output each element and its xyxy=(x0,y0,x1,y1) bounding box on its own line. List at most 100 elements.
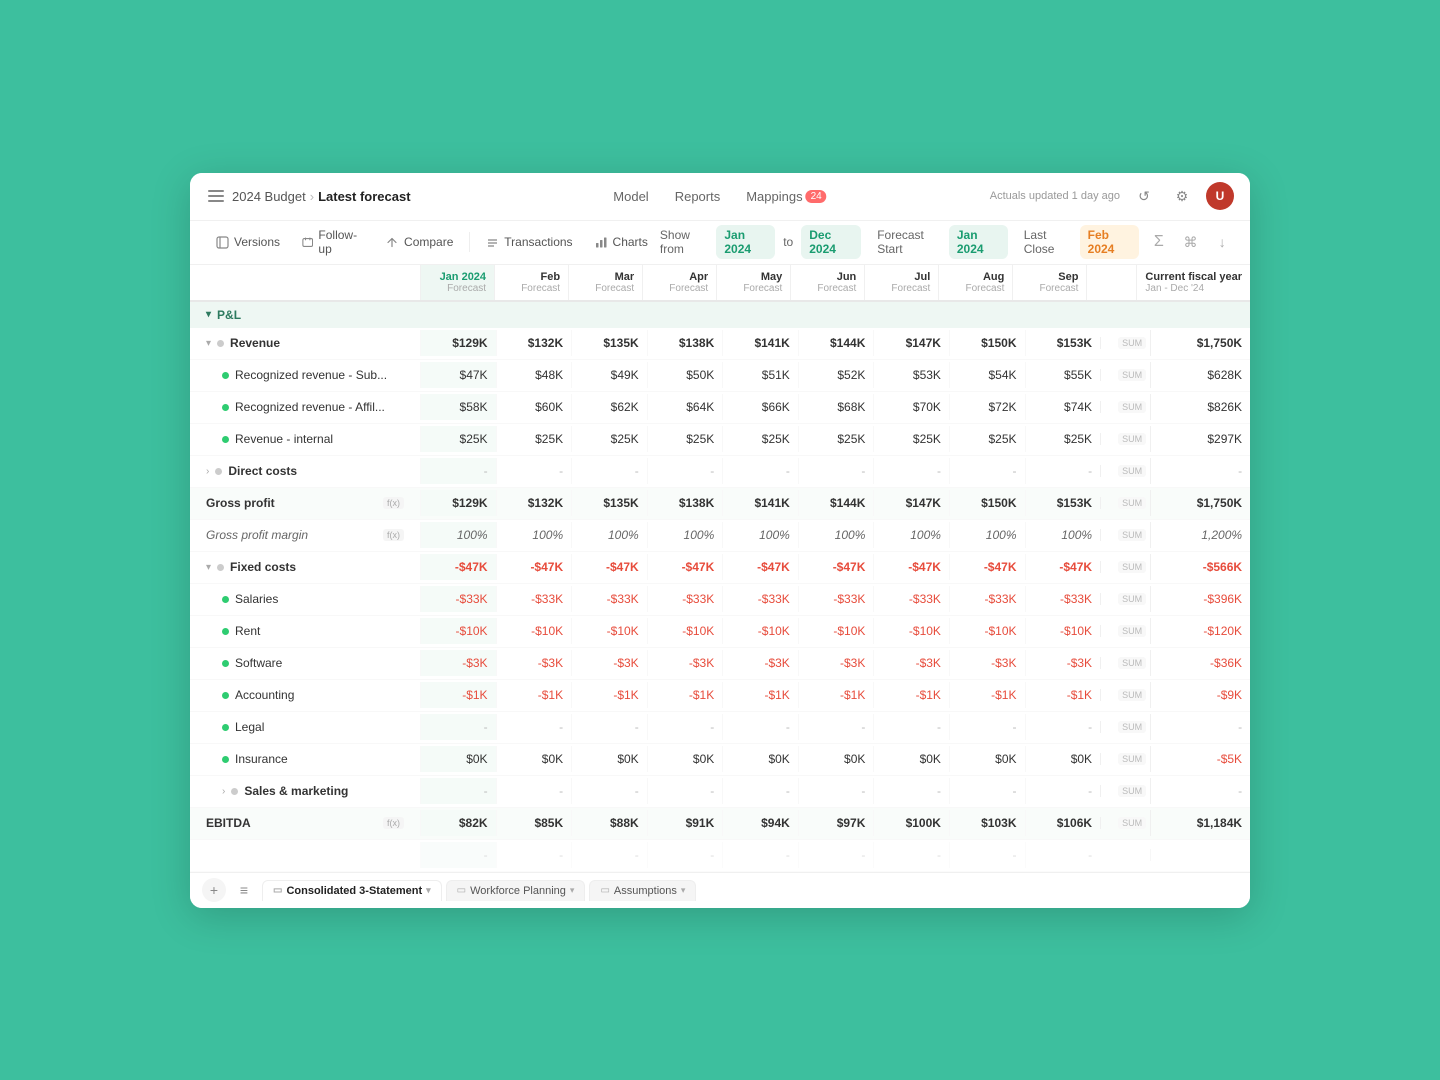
cell-rec-affi-mar[interactable]: $62K xyxy=(571,394,647,420)
cell-revenue-mar[interactable]: $135K xyxy=(571,330,647,356)
cell-acc-may[interactable]: -$1K xyxy=(722,682,798,708)
cell-gpm-jul[interactable]: 100% xyxy=(873,522,949,548)
cell-rent-sep[interactable]: -$10K xyxy=(1025,618,1101,644)
cell-dc-apr[interactable]: - xyxy=(647,458,723,484)
last-close-date[interactable]: Feb 2024 xyxy=(1080,225,1139,259)
collapse-icon[interactable]: ▾ xyxy=(206,309,211,320)
download-icon[interactable]: ↓ xyxy=(1210,228,1234,256)
cell-acc-feb[interactable]: -$1K xyxy=(496,682,572,708)
cell-dc-jul[interactable]: - xyxy=(873,458,949,484)
add-sheet-button[interactable]: + xyxy=(202,878,226,902)
tab-consolidated[interactable]: ▭ Consolidated 3-Statement ▾ xyxy=(262,880,442,901)
cell-leg-jun[interactable]: - xyxy=(798,714,874,740)
cell-revenue-sep[interactable]: $153K xyxy=(1025,330,1101,356)
cell-rev-int-aug[interactable]: $25K xyxy=(949,426,1025,452)
cell-gp-feb[interactable]: $132K xyxy=(496,490,572,516)
cell-sw-mar[interactable]: -$3K xyxy=(571,650,647,676)
cell-smk-mar[interactable]: - xyxy=(571,778,647,804)
cell-acc-apr[interactable]: -$1K xyxy=(647,682,723,708)
cell-rec-sub-aug[interactable]: $54K xyxy=(949,362,1025,388)
cell-ebitda-jun[interactable]: $97K xyxy=(798,810,874,836)
list-view-icon[interactable]: ≡ xyxy=(230,876,258,904)
cell-ebitda-may[interactable]: $94K xyxy=(722,810,798,836)
cell-fc-jan[interactable]: -$47K xyxy=(420,554,496,580)
cell-leg-mar[interactable]: - xyxy=(571,714,647,740)
cell-rec-affi-jun[interactable]: $68K xyxy=(798,394,874,420)
cell-fc-may[interactable]: -$47K xyxy=(722,554,798,580)
cell-rec-sub-sep[interactable]: $55K xyxy=(1025,362,1101,388)
cell-sal-may[interactable]: -$33K xyxy=(722,586,798,612)
cell-leg-apr[interactable]: - xyxy=(647,714,723,740)
cell-dc-jan[interactable]: - xyxy=(420,458,496,484)
breadcrumb-parent[interactable]: 2024 Budget xyxy=(232,189,306,204)
cell-revenue-jan[interactable]: $129K xyxy=(420,330,496,356)
cell-ins-may[interactable]: $0K xyxy=(722,746,798,772)
cell-dc-jun[interactable]: - xyxy=(798,458,874,484)
cell-gpm-sep[interactable]: 100% xyxy=(1025,522,1101,548)
cell-acc-aug[interactable]: -$1K xyxy=(949,682,1025,708)
cell-sw-may[interactable]: -$3K xyxy=(722,650,798,676)
cell-sw-jun[interactable]: -$3K xyxy=(798,650,874,676)
cell-acc-jan[interactable]: -$1K xyxy=(420,682,496,708)
forecast-start-date[interactable]: Jan 2024 xyxy=(949,225,1008,259)
cell-gpm-jun[interactable]: 100% xyxy=(798,522,874,548)
cell-revenue-feb[interactable]: $132K xyxy=(496,330,572,356)
cell-rev-int-may[interactable]: $25K xyxy=(722,426,798,452)
cell-gp-jan[interactable]: $129K xyxy=(420,490,496,516)
cell-fc-mar[interactable]: -$47K xyxy=(571,554,647,580)
cell-smk-jul[interactable]: - xyxy=(873,778,949,804)
cell-rent-jun[interactable]: -$10K xyxy=(798,618,874,644)
nav-mappings[interactable]: Mappings 24 xyxy=(734,185,839,208)
transactions-button[interactable]: Transactions xyxy=(476,230,582,254)
cell-ebitda-sep[interactable]: $106K xyxy=(1025,810,1101,836)
sidebar-toggle[interactable] xyxy=(206,186,226,206)
cell-rec-affi-may[interactable]: $66K xyxy=(722,394,798,420)
cell-acc-jul[interactable]: -$1K xyxy=(873,682,949,708)
cell-ebitda-feb[interactable]: $85K xyxy=(496,810,572,836)
cell-fc-jun[interactable]: -$47K xyxy=(798,554,874,580)
tab-dropdown-workforce[interactable]: ▾ xyxy=(570,885,575,896)
cell-rev-int-sep[interactable]: $25K xyxy=(1025,426,1101,452)
cell-rec-sub-jan[interactable]: $47K xyxy=(420,362,496,388)
cell-fc-apr[interactable]: -$47K xyxy=(647,554,723,580)
cell-sal-mar[interactable]: -$33K xyxy=(571,586,647,612)
cell-rent-jul[interactable]: -$10K xyxy=(873,618,949,644)
cell-acc-jun[interactable]: -$1K xyxy=(798,682,874,708)
cell-rec-sub-jun[interactable]: $52K xyxy=(798,362,874,388)
cell-rent-aug[interactable]: -$10K xyxy=(949,618,1025,644)
cell-ins-jan[interactable]: $0K xyxy=(420,746,496,772)
expand-revenue-icon[interactable]: ▾ xyxy=(206,338,211,349)
cell-sal-aug[interactable]: -$33K xyxy=(949,586,1025,612)
cell-gpm-mar[interactable]: 100% xyxy=(571,522,647,548)
cell-sal-jun[interactable]: -$33K xyxy=(798,586,874,612)
cell-rev-int-jan[interactable]: $25K xyxy=(420,426,496,452)
cell-gpm-aug[interactable]: 100% xyxy=(949,522,1025,548)
avatar[interactable]: U xyxy=(1206,182,1234,210)
cell-rent-feb[interactable]: -$10K xyxy=(496,618,572,644)
cell-fc-sep[interactable]: -$47K xyxy=(1025,554,1101,580)
cell-rec-affi-aug[interactable]: $72K xyxy=(949,394,1025,420)
cell-dc-mar[interactable]: - xyxy=(571,458,647,484)
nav-reports[interactable]: Reports xyxy=(663,185,733,208)
cell-leg-feb[interactable]: - xyxy=(496,714,572,740)
charts-button[interactable]: Charts xyxy=(585,230,658,254)
cell-leg-aug[interactable]: - xyxy=(949,714,1025,740)
cell-ebitda-aug[interactable]: $103K xyxy=(949,810,1025,836)
cell-smk-may[interactable]: - xyxy=(722,778,798,804)
cell-leg-may[interactable]: - xyxy=(722,714,798,740)
expand-sales-mkt-icon[interactable]: › xyxy=(222,786,225,797)
cell-gpm-jan[interactable]: 100% xyxy=(420,522,496,548)
nav-model[interactable]: Model xyxy=(601,185,660,208)
cell-sal-jul[interactable]: -$33K xyxy=(873,586,949,612)
cell-sal-sep[interactable]: -$33K xyxy=(1025,586,1101,612)
cell-sw-jul[interactable]: -$3K xyxy=(873,650,949,676)
cell-revenue-jun[interactable]: $144K xyxy=(798,330,874,356)
settings-icon[interactable]: ⚙ xyxy=(1168,182,1196,210)
sum-icon[interactable]: Σ xyxy=(1147,228,1171,256)
cell-rev-int-jun[interactable]: $25K xyxy=(798,426,874,452)
cell-smk-apr[interactable]: - xyxy=(647,778,723,804)
compare-button[interactable]: Compare xyxy=(376,230,463,254)
cell-ins-sep[interactable]: $0K xyxy=(1025,746,1101,772)
tab-workforce[interactable]: ▭ Workforce Planning ▾ xyxy=(446,880,586,901)
cell-gpm-may[interactable]: 100% xyxy=(722,522,798,548)
